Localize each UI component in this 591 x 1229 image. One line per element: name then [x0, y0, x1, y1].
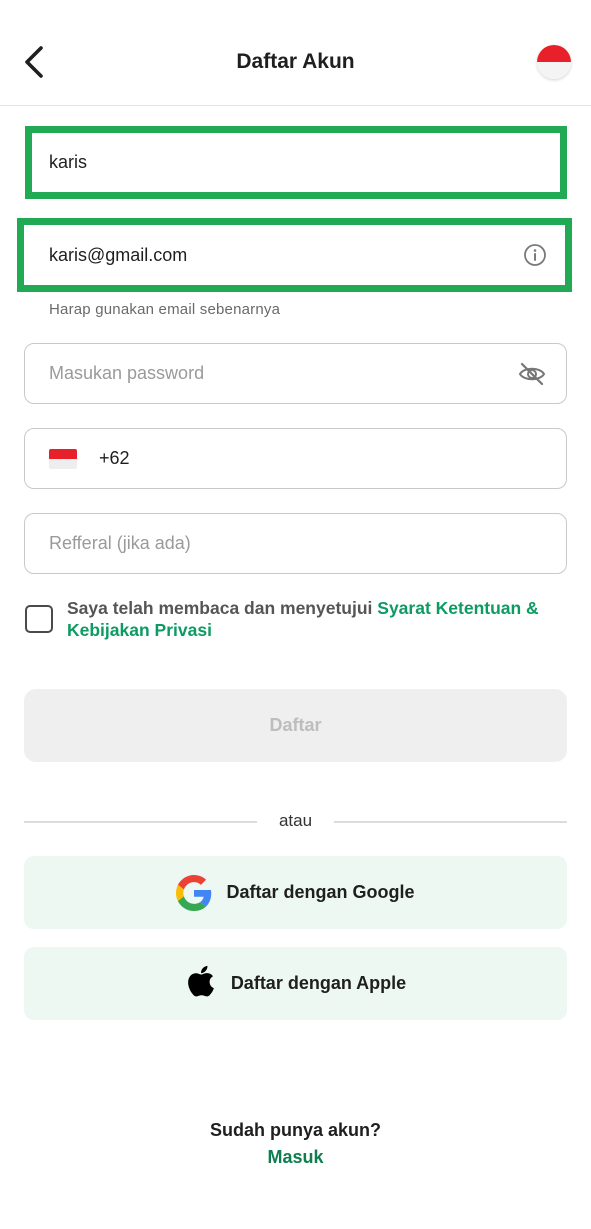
have-account-text: Sudah punya akun? [209, 1120, 382, 1140]
google-signup-button[interactable]: Daftar dengan Google [24, 856, 567, 929]
google-icon [176, 874, 212, 911]
apple-button-label: Daftar dengan Apple [230, 973, 407, 993]
app-header: Daftar Akun [0, 0, 591, 106]
login-link[interactable]: Masuk [0, 1147, 591, 1168]
indonesia-flag-icon [537, 45, 571, 62]
register-button[interactable]: Daftar [24, 689, 567, 762]
terms-checkbox[interactable] [25, 605, 53, 633]
apple-signup-button[interactable]: Daftar dengan Apple [24, 947, 567, 1020]
email-field[interactable] [17, 218, 572, 292]
name-input[interactable] [49, 152, 560, 173]
info-icon[interactable] [523, 243, 547, 267]
terms-text: Saya telah membaca dan menyetujui Syarat… [67, 597, 570, 641]
eye-off-icon[interactable] [518, 360, 546, 388]
password-input[interactable] [49, 363, 518, 384]
language-flag-button[interactable] [537, 45, 571, 79]
terms-row: Saya telah membaca dan menyetujui Syarat… [25, 597, 570, 641]
email-input[interactable] [49, 244, 523, 266]
referral-field[interactable] [24, 513, 567, 574]
apple-icon [187, 965, 214, 996]
page-title: Daftar Akun [236, 50, 355, 73]
name-field[interactable] [25, 126, 567, 199]
terms-label: Saya telah membaca dan menyetujui [67, 598, 378, 618]
indonesia-flag-icon[interactable] [49, 448, 77, 469]
phone-field[interactable] [24, 428, 567, 489]
phone-input[interactable] [99, 448, 566, 469]
google-button-label: Daftar dengan Google [226, 882, 415, 902]
referral-input[interactable] [49, 533, 566, 554]
email-helper-text: Harap gunakan email sebenarnya [49, 301, 281, 318]
or-divider: atau [24, 809, 567, 833]
password-field[interactable] [24, 343, 567, 404]
